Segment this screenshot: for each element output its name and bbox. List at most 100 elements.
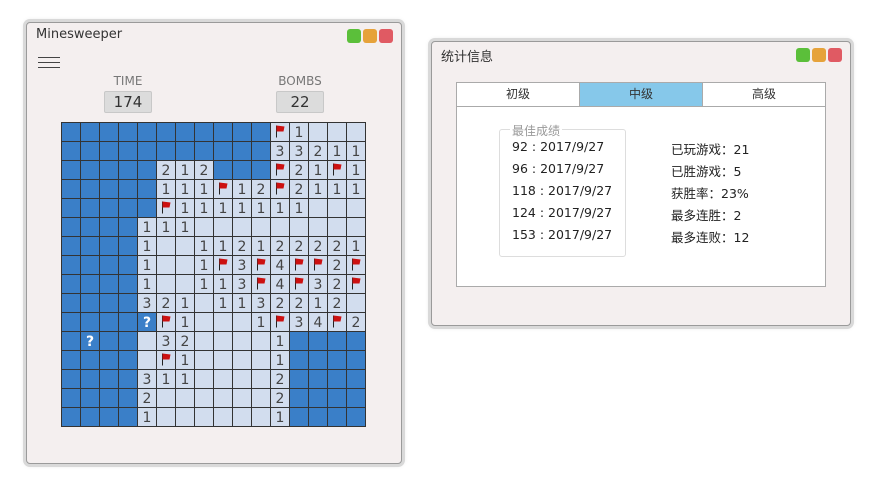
grid-cell[interactable]: [80, 255, 100, 275]
grid-cell[interactable]: [327, 407, 347, 427]
grid-cell[interactable]: [289, 217, 309, 237]
grid-cell[interactable]: [232, 388, 252, 408]
grid-cell[interactable]: [118, 312, 138, 332]
grid-cell[interactable]: [232, 407, 252, 427]
grid-cell[interactable]: [251, 350, 271, 370]
grid-cell[interactable]: [213, 350, 233, 370]
grid-cell[interactable]: [175, 407, 195, 427]
grid-cell[interactable]: [137, 122, 157, 142]
grid-cell[interactable]: [327, 160, 347, 180]
minimize-button[interactable]: [347, 29, 361, 43]
grid-cell[interactable]: [270, 179, 290, 199]
grid-cell[interactable]: [175, 236, 195, 256]
close-button[interactable]: [828, 48, 842, 62]
grid-cell[interactable]: [194, 407, 214, 427]
grid-cell[interactable]: [289, 350, 309, 370]
grid-cell[interactable]: [213, 160, 233, 180]
grid-cell[interactable]: [99, 388, 119, 408]
grid-cell[interactable]: [99, 350, 119, 370]
grid-cell[interactable]: [118, 160, 138, 180]
mine-grid[interactable]: 1332112122111111221111111111111111212222…: [61, 122, 366, 427]
grid-cell[interactable]: [289, 407, 309, 427]
grid-cell[interactable]: [156, 122, 176, 142]
tab-expert[interactable]: 高级: [703, 83, 825, 106]
grid-cell[interactable]: [61, 331, 81, 351]
grid-cell[interactable]: [137, 198, 157, 218]
grid-cell[interactable]: [80, 350, 100, 370]
grid-cell[interactable]: [118, 350, 138, 370]
grid-cell[interactable]: [156, 407, 176, 427]
grid-cell[interactable]: [175, 274, 195, 294]
grid-cell[interactable]: [213, 407, 233, 427]
grid-cell[interactable]: [99, 122, 119, 142]
grid-cell[interactable]: [213, 179, 233, 199]
grid-cell[interactable]: [308, 388, 328, 408]
grid-cell[interactable]: [346, 388, 366, 408]
grid-cell[interactable]: [118, 122, 138, 142]
grid-cell[interactable]: [346, 122, 366, 142]
grid-cell[interactable]: [137, 160, 157, 180]
grid-cell[interactable]: [346, 293, 366, 313]
grid-cell[interactable]: [118, 293, 138, 313]
grid-cell[interactable]: [346, 407, 366, 427]
grid-cell[interactable]: [346, 274, 366, 294]
grid-cell[interactable]: [213, 255, 233, 275]
grid-cell[interactable]: [251, 122, 271, 142]
grid-cell[interactable]: [156, 198, 176, 218]
grid-cell[interactable]: [80, 236, 100, 256]
grid-cell[interactable]: [61, 407, 81, 427]
grid-cell[interactable]: [99, 236, 119, 256]
grid-cell[interactable]: [61, 350, 81, 370]
grid-cell[interactable]: [80, 274, 100, 294]
grid-cell[interactable]: [270, 122, 290, 142]
grid-cell[interactable]: [251, 369, 271, 389]
grid-cell[interactable]: [213, 122, 233, 142]
grid-cell[interactable]: [327, 122, 347, 142]
grid-cell[interactable]: [61, 198, 81, 218]
grid-cell[interactable]: [80, 312, 100, 332]
grid-cell[interactable]: [308, 331, 328, 351]
maximize-button[interactable]: [812, 48, 826, 62]
grid-cell[interactable]: [251, 141, 271, 161]
grid-cell[interactable]: [99, 312, 119, 332]
grid-cell[interactable]: [175, 255, 195, 275]
grid-cell[interactable]: [213, 331, 233, 351]
maximize-button[interactable]: [363, 29, 377, 43]
grid-cell[interactable]: [194, 293, 214, 313]
grid-cell[interactable]: [232, 312, 252, 332]
grid-cell[interactable]: [99, 293, 119, 313]
grid-cell[interactable]: [327, 217, 347, 237]
grid-cell[interactable]: [232, 217, 252, 237]
grid-cell[interactable]: [194, 141, 214, 161]
grid-cell[interactable]: [118, 407, 138, 427]
grid-cell[interactable]: [289, 369, 309, 389]
grid-cell[interactable]: [61, 388, 81, 408]
grid-cell[interactable]: [251, 407, 271, 427]
grid-cell[interactable]: [118, 198, 138, 218]
grid-cell[interactable]: [213, 388, 233, 408]
grid-cell[interactable]: [175, 388, 195, 408]
grid-cell[interactable]: [80, 141, 100, 161]
grid-cell[interactable]: [61, 293, 81, 313]
grid-cell[interactable]: [308, 122, 328, 142]
grid-cell[interactable]: [80, 407, 100, 427]
grid-cell[interactable]: [156, 141, 176, 161]
grid-cell[interactable]: [61, 217, 81, 237]
grid-cell[interactable]: [194, 312, 214, 332]
grid-cell[interactable]: [194, 331, 214, 351]
grid-cell[interactable]: [327, 331, 347, 351]
grid-cell[interactable]: [156, 388, 176, 408]
grid-cell[interactable]: [308, 350, 328, 370]
grid-cell[interactable]: [232, 331, 252, 351]
grid-cell[interactable]: [118, 141, 138, 161]
grid-cell[interactable]: [61, 122, 81, 142]
grid-cell[interactable]: [194, 350, 214, 370]
grid-cell[interactable]: [156, 236, 176, 256]
grid-cell[interactable]: [232, 122, 252, 142]
grid-cell[interactable]: [346, 331, 366, 351]
tab-intermediate[interactable]: 中级: [580, 83, 703, 106]
grid-cell[interactable]: [232, 141, 252, 161]
grid-cell[interactable]: [327, 198, 347, 218]
mine-grid-svg[interactable]: 13 3 2 1 12 1 2 2 1 11 1 1 1 2 2 1 1 11 1 1 1 1 1 11 1 11 1 1 2 1 2 2 2 2…: [61, 122, 366, 427]
grid-cell[interactable]: [156, 312, 176, 332]
